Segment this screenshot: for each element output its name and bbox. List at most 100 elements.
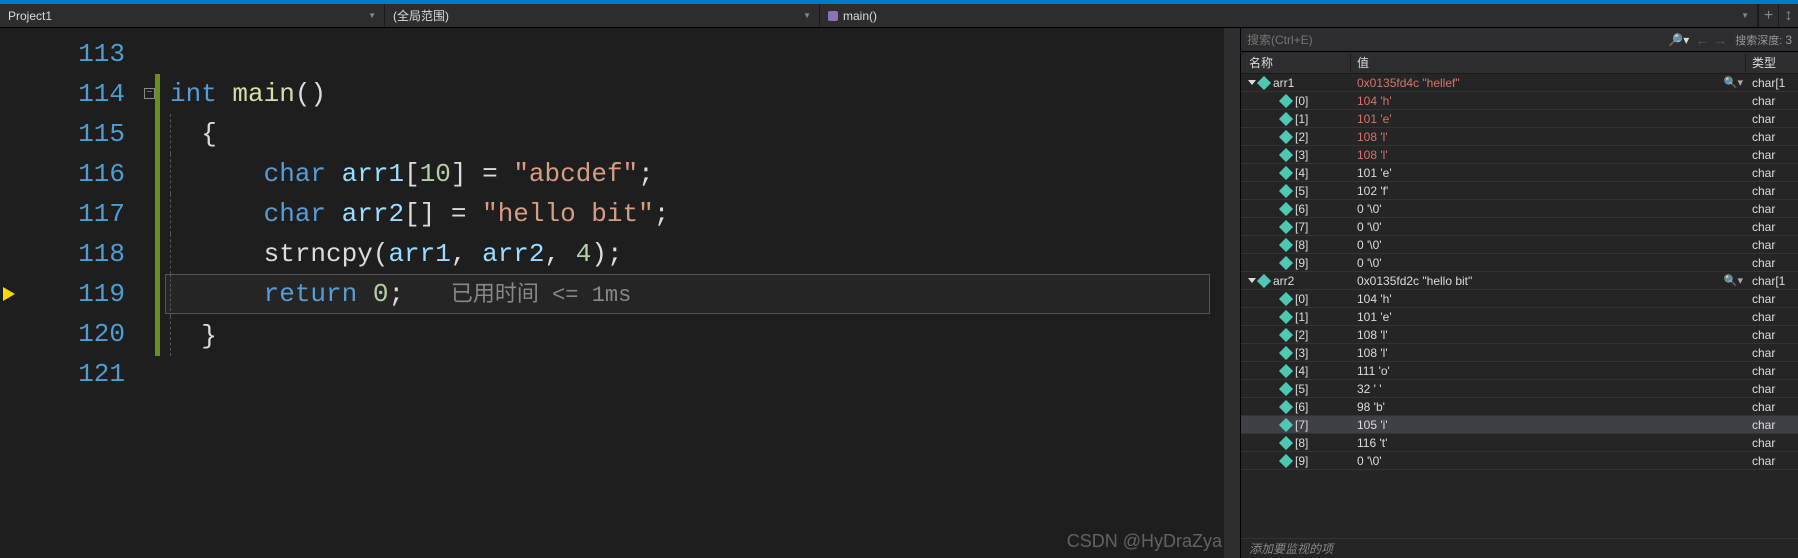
code-content[interactable]: −int main() { char arr1[10] = "abcdef"; … bbox=[140, 28, 1240, 558]
visualizer-icon[interactable]: 🔍▾ bbox=[1724, 274, 1743, 288]
line-number: 120 bbox=[20, 314, 125, 354]
var-name: [2] bbox=[1295, 328, 1308, 342]
watch-row[interactable]: [9]0 '\0'char bbox=[1241, 254, 1798, 272]
line-number: 116 bbox=[20, 154, 125, 194]
indent-guide bbox=[170, 316, 171, 356]
var-value: 101 'e' bbox=[1357, 310, 1392, 324]
var-type: char bbox=[1746, 166, 1798, 180]
watch-row[interactable]: [4] 101 'e' char bbox=[1241, 164, 1798, 182]
var-value: 101 'e' bbox=[1357, 166, 1392, 180]
col-name[interactable]: 名称 bbox=[1241, 54, 1351, 71]
fold-minus-icon[interactable]: − bbox=[144, 88, 155, 99]
breakpoint-margin[interactable] bbox=[0, 28, 20, 558]
watch-row[interactable]: [9]0 '\0'char bbox=[1241, 452, 1798, 470]
function-dropdown[interactable]: main() ▼ bbox=[820, 4, 1758, 27]
scope-dropdown[interactable]: (全局范围) ▼ bbox=[385, 4, 820, 27]
function-icon bbox=[828, 11, 838, 21]
variable-icon bbox=[1279, 256, 1293, 270]
watch-row[interactable]: [8]116 't'char bbox=[1241, 434, 1798, 452]
variable-icon bbox=[1279, 436, 1293, 450]
var-value: 108 'l' bbox=[1357, 328, 1388, 342]
code-area[interactable]: 113114115116117118119120121 −int main() … bbox=[0, 28, 1240, 558]
project-name: Project1 bbox=[8, 9, 52, 23]
var-name: [7] bbox=[1295, 220, 1308, 234]
watch-row[interactable]: [6] 0 '\0' char bbox=[1241, 200, 1798, 218]
change-indicator bbox=[155, 74, 160, 114]
watch-header: 名称 值 类型 bbox=[1241, 52, 1798, 74]
var-value: 116 't' bbox=[1357, 436, 1387, 450]
col-value[interactable]: 值 bbox=[1351, 54, 1746, 71]
watch-row[interactable]: [8]0 '\0'char bbox=[1241, 236, 1798, 254]
watch-footer[interactable]: 添加要监视的项 bbox=[1241, 538, 1798, 558]
watch-search-bar: 🔎▾ ← → 搜索深度: 3 bbox=[1241, 28, 1798, 52]
col-type[interactable]: 类型 bbox=[1746, 54, 1798, 71]
watch-row[interactable]: [2]108 'l'char bbox=[1241, 128, 1798, 146]
split-button[interactable]: + bbox=[1758, 4, 1778, 27]
watch-row[interactable]: [6]98 'b'char bbox=[1241, 398, 1798, 416]
watch-body[interactable]: arr10x0135fd4c "hellef"🔍▾char[1[0]104 'h… bbox=[1241, 74, 1798, 538]
vertical-scrollbar[interactable] bbox=[1224, 28, 1240, 558]
current-line-arrow-icon bbox=[3, 287, 15, 301]
watch-row[interactable]: [3]108 'l'char bbox=[1241, 344, 1798, 362]
var-name: [5] bbox=[1295, 382, 1308, 396]
watch-search-input[interactable] bbox=[1247, 33, 1664, 47]
var-type: char bbox=[1746, 238, 1798, 252]
code-line: return 0; 已用时间 <= 1ms bbox=[140, 274, 1240, 316]
var-name: [8] bbox=[1295, 238, 1308, 252]
watch-row[interactable]: arr10x0135fd4c "hellef"🔍▾char[1 bbox=[1241, 74, 1798, 92]
code-line: −int main() bbox=[140, 74, 1240, 114]
watch-row[interactable]: [0]104 'h'char bbox=[1241, 92, 1798, 110]
var-name: [9] bbox=[1295, 256, 1308, 270]
var-value: 0 '\0' bbox=[1357, 202, 1382, 216]
expander-icon[interactable] bbox=[1248, 278, 1256, 283]
watch-row[interactable]: [0]104 'h'char bbox=[1241, 290, 1798, 308]
var-name: [4] bbox=[1295, 166, 1308, 180]
change-indicator bbox=[155, 154, 160, 194]
function-name: main() bbox=[843, 9, 877, 23]
var-type: char bbox=[1746, 202, 1798, 216]
var-type: char bbox=[1746, 112, 1798, 126]
var-name: [2] bbox=[1295, 130, 1308, 144]
var-value: 0 '\0' bbox=[1357, 256, 1382, 270]
variable-icon bbox=[1279, 238, 1293, 252]
var-value: 108 'l' bbox=[1357, 148, 1388, 162]
watch-row[interactable]: [3]108 'l'char bbox=[1241, 146, 1798, 164]
var-name: [4] bbox=[1295, 364, 1308, 378]
watch-row[interactable]: [1]101 'e'char bbox=[1241, 110, 1798, 128]
chevron-down-icon: ▼ bbox=[368, 11, 376, 20]
line-number: 114 bbox=[20, 74, 125, 114]
expander-icon[interactable] bbox=[1248, 80, 1256, 85]
change-indicator bbox=[155, 194, 160, 234]
variable-icon bbox=[1279, 346, 1293, 360]
watch-row[interactable]: [5]102 'f'char bbox=[1241, 182, 1798, 200]
visualizer-icon[interactable]: 🔍▾ bbox=[1724, 76, 1743, 90]
watch-row[interactable]: [2]108 'l'char bbox=[1241, 326, 1798, 344]
var-type: char[1 bbox=[1746, 274, 1798, 288]
var-value: 101 'e' bbox=[1357, 112, 1392, 126]
watch-pane: 🔎▾ ← → 搜索深度: 3 名称 值 类型 arr10x0135fd4c "h… bbox=[1240, 28, 1798, 558]
swap-button[interactable]: ↕ bbox=[1778, 4, 1798, 27]
project-dropdown[interactable]: Project1 ▼ bbox=[0, 4, 385, 27]
var-value: 104 'h' bbox=[1357, 292, 1392, 306]
var-name: [6] bbox=[1295, 202, 1308, 216]
search-icon[interactable]: 🔎▾ bbox=[1668, 33, 1689, 47]
watch-row[interactable]: arr20x0135fd2c "hello bit"🔍▾char[1 bbox=[1241, 272, 1798, 290]
var-value: 98 'b' bbox=[1357, 400, 1385, 414]
watch-row[interactable]: [5]32 ' 'char bbox=[1241, 380, 1798, 398]
watch-row[interactable]: [7]105 'i'char bbox=[1241, 416, 1798, 434]
var-value: 0 '\0' bbox=[1357, 454, 1382, 468]
watch-row[interactable]: [7]0 '\0'char bbox=[1241, 218, 1798, 236]
var-name: [7] bbox=[1295, 418, 1308, 432]
watch-row[interactable]: [4]111 'o'char bbox=[1241, 362, 1798, 380]
var-name: arr1 bbox=[1273, 76, 1294, 90]
indent-guide bbox=[170, 234, 171, 274]
var-type: char bbox=[1746, 148, 1798, 162]
line-number: 117 bbox=[20, 194, 125, 234]
var-name: [9] bbox=[1295, 454, 1308, 468]
prev-icon[interactable]: ← bbox=[1695, 32, 1709, 48]
var-name: [0] bbox=[1295, 292, 1308, 306]
watch-row[interactable]: [1]101 'e'char bbox=[1241, 308, 1798, 326]
perf-hint: 已用时间 <= 1ms bbox=[451, 283, 631, 308]
var-value: 108 'l' bbox=[1357, 346, 1388, 360]
next-icon[interactable]: → bbox=[1713, 32, 1727, 48]
